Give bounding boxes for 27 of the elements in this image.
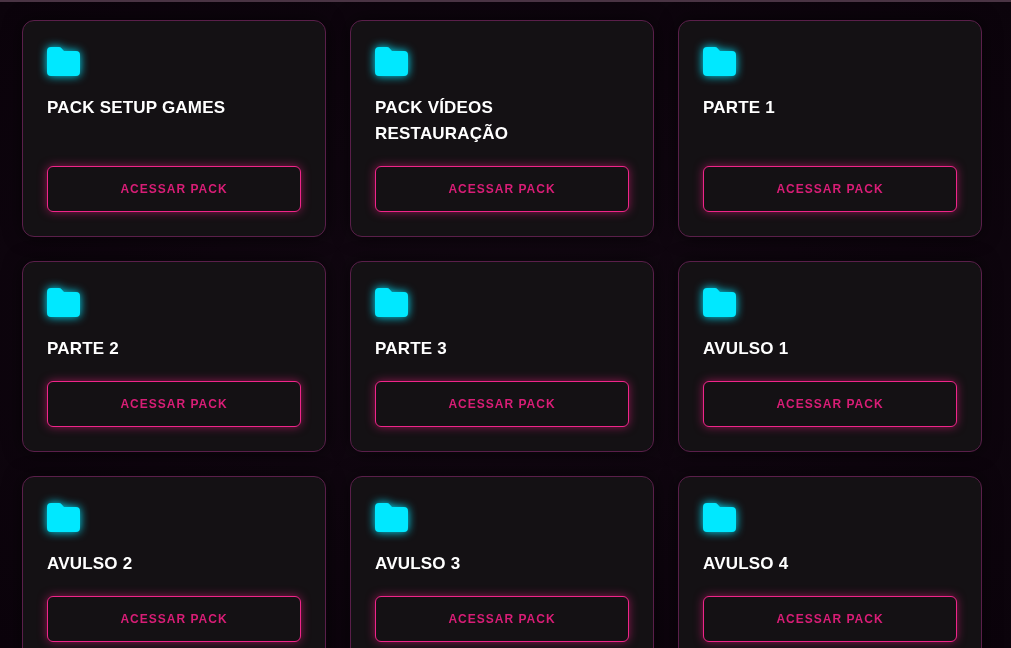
access-pack-button[interactable]: ACESSAR PACK (375, 381, 629, 427)
access-pack-button[interactable]: ACESSAR PACK (375, 596, 629, 642)
pack-title: AVULSO 3 (375, 553, 461, 575)
pack-title: AVULSO 2 (47, 553, 133, 575)
pack-title: PARTE 3 (375, 338, 447, 360)
folder-icon (47, 47, 80, 76)
folder-icon (47, 288, 80, 317)
pack-title: PACK SETUP GAMES (47, 97, 226, 119)
access-pack-button[interactable]: ACESSAR PACK (703, 381, 957, 427)
pack-title: AVULSO 4 (703, 553, 789, 575)
folder-icon (703, 47, 736, 76)
pack-title: PARTE 1 (703, 97, 775, 119)
folder-icon (47, 503, 80, 532)
pack-title: AVULSO 1 (703, 338, 789, 360)
access-pack-button[interactable]: ACESSAR PACK (703, 596, 957, 642)
access-pack-button[interactable]: ACESSAR PACK (47, 381, 301, 427)
folder-icon (703, 288, 736, 317)
access-pack-button[interactable]: ACESSAR PACK (47, 596, 301, 642)
access-pack-button[interactable]: ACESSAR PACK (47, 166, 301, 212)
folder-icon (375, 503, 408, 532)
pack-title: PACK VÍDEOS RESTAURAÇÃO (375, 97, 510, 145)
folder-icon (375, 47, 408, 76)
access-pack-button[interactable]: ACESSAR PACK (703, 166, 957, 212)
access-pack-button[interactable]: ACESSAR PACK (375, 166, 629, 212)
folder-icon (375, 288, 408, 317)
folder-icon (703, 503, 736, 532)
pack-title: PARTE 2 (47, 338, 119, 360)
